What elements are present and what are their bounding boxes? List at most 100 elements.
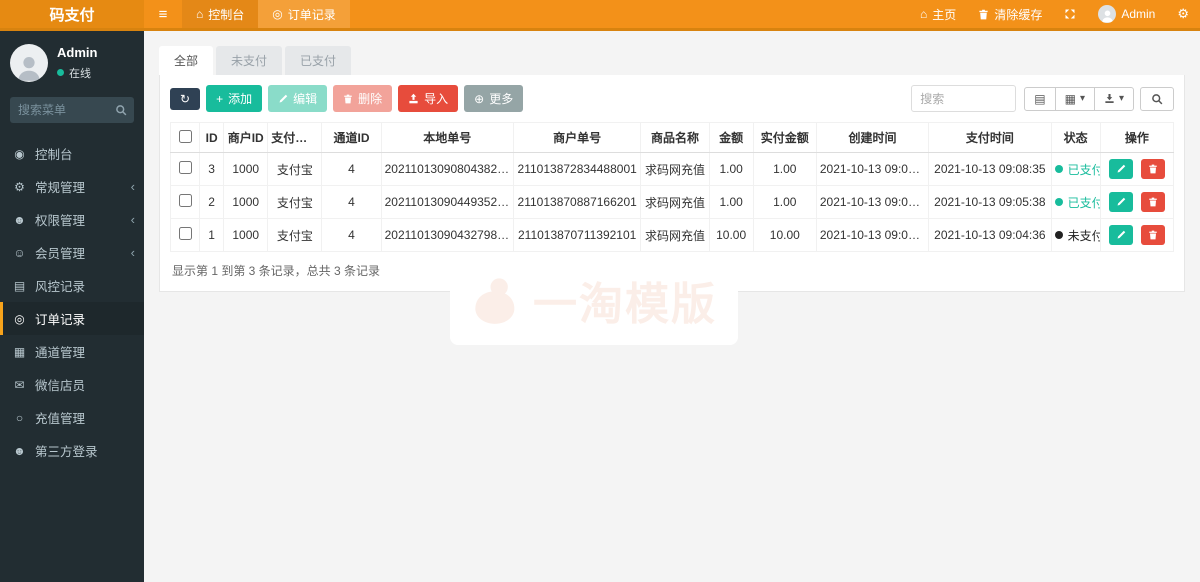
filter-tab[interactable]: 已支付 [285, 46, 352, 75]
orders-table: ID 商户ID 支付类型 通道ID 本地单号 商户单号 商品名称 金额 实付金额… [169, 122, 1175, 252]
filter-tab[interactable]: 全部 [159, 46, 214, 75]
plus-icon: + [216, 91, 224, 106]
pencil-icon [278, 94, 288, 104]
cell-amount: 10.00 [708, 218, 754, 252]
cell-created-at: 2021-10-13 09:04:32 [815, 218, 930, 252]
sidebar-item[interactable]: ⚙ 常规管理 ‹ [0, 170, 144, 203]
table-header-row: ID 商户ID 支付类型 通道ID 本地单号 商户单号 商品名称 金额 实付金额… [169, 122, 1175, 153]
chevron-left-icon: ‹ [130, 179, 135, 194]
column-header: 支付类型 [267, 122, 323, 153]
row-edit-button[interactable] [1109, 225, 1134, 245]
trash-icon [343, 94, 353, 104]
menu-search-input[interactable] [10, 97, 108, 123]
cell-product-name: 求码网充值 [640, 218, 710, 252]
sidebar-item[interactable]: ○ 充值管理 [0, 401, 144, 434]
cell-merchant-order-no: 211013870711392101 [512, 218, 642, 252]
cell-channel-id: 4 [321, 185, 382, 219]
navbar-right: ⌂ 主页 清除缓存 Admin ⚙ [909, 0, 1200, 28]
header-nav: ⌂ 控制台 ◎ 订单记录 [182, 0, 350, 28]
cell-amount: 1.00 [708, 185, 754, 219]
sidebar-item[interactable]: ◉ 控制台 [0, 137, 144, 170]
sidebar-item-label: 通道管理 [35, 346, 86, 360]
export-icon [1104, 93, 1115, 104]
table-row: 3 1000 支付宝 4 2021101309080438273 2110138… [169, 152, 1175, 186]
row-edit-button[interactable] [1109, 192, 1134, 212]
status-badge: 已支付 [1054, 161, 1099, 178]
cell-id: 2 [199, 185, 225, 219]
chevron-down-icon: ▾ [1118, 93, 1124, 104]
sidebar-item-label: 权限管理 [35, 214, 86, 228]
pencil-icon [1116, 197, 1126, 207]
export-button[interactable]: ▾ [1093, 86, 1134, 111]
row-checkbox[interactable] [178, 194, 192, 207]
sidebar-item-label: 会员管理 [35, 247, 86, 261]
more-button[interactable]: ⊕ 更多 [464, 85, 524, 112]
select-all-checkbox[interactable] [178, 129, 192, 143]
header-tab[interactable]: ◎ 订单记录 [258, 0, 350, 28]
cell-paid-at: 2021-10-13 09:05:38 [928, 185, 1052, 219]
cell-paid-amount: 1.00 [752, 185, 817, 219]
clear-cache-link[interactable]: 清除缓存 [967, 0, 1053, 28]
column-header: 操作 [1099, 122, 1175, 153]
cell-local-order-no: 2021101309043279832 [380, 218, 514, 252]
comments-icon: ✉ [14, 377, 25, 392]
fullscreen-button[interactable] [1053, 0, 1087, 28]
circle-icon: ○ [15, 410, 24, 425]
import-button[interactable]: 导入 [398, 85, 459, 112]
cell-merchant-id: 1000 [223, 152, 269, 186]
menu-search-button[interactable] [108, 97, 134, 123]
row-checkbox[interactable] [178, 161, 192, 174]
add-button[interactable]: + 添加 [206, 85, 263, 112]
status-dot-icon [1054, 165, 1063, 173]
user-menu[interactable]: Admin [1087, 0, 1166, 28]
sidebar-item[interactable]: ☻ 第三方登录 [0, 434, 144, 467]
sidebar-item[interactable]: ▦ 通道管理 [0, 335, 144, 368]
users-icon: ☻ [13, 212, 26, 227]
sidebar-item[interactable]: ☻ 权限管理 ‹ [0, 203, 144, 236]
hamburger-icon: ≡ [158, 5, 168, 23]
sidebar-item[interactable]: ☺ 会员管理 ‹ [0, 236, 144, 269]
sidebar-item[interactable]: ▤ 风控记录 [0, 269, 144, 302]
status-label: 已支付 [1067, 195, 1101, 210]
table-search-input[interactable] [911, 85, 1017, 112]
row-checkbox[interactable] [178, 227, 192, 240]
columns-button[interactable]: ▦ ▾ [1054, 86, 1095, 111]
column-header: 支付时间 [928, 122, 1052, 153]
search-button[interactable] [1140, 86, 1174, 111]
cell-paid-at: 2021-10-13 09:08:35 [928, 152, 1052, 186]
column-header: ID [199, 122, 225, 153]
filter-tab[interactable]: 未支付 [216, 46, 283, 75]
column-header: 商户单号 [512, 122, 642, 153]
settings-button[interactable]: ⚙ [1166, 0, 1200, 28]
delete-button[interactable]: 删除 [333, 85, 393, 112]
cell-local-order-no: 2021101309044935218 [380, 185, 514, 219]
gears-icon: ⚙ [14, 179, 25, 194]
home-link[interactable]: ⌂ 主页 [909, 0, 967, 28]
row-delete-button[interactable] [1140, 225, 1165, 245]
sidebar-item[interactable]: ✉ 微信店员 [0, 368, 144, 401]
card-view-button[interactable]: ▤ [1024, 86, 1056, 111]
sidebar-toggle-button[interactable]: ≡ [144, 0, 182, 28]
edit-button[interactable]: 编辑 [268, 85, 328, 112]
toolbar-right: ▤ ▦ ▾ ▾ [911, 85, 1174, 112]
panel-icon: ▤ [1034, 91, 1046, 106]
row-edit-button[interactable] [1109, 159, 1134, 179]
cell-id: 1 [199, 218, 225, 252]
refresh-button[interactable]: ↻ [170, 87, 201, 110]
app-brand[interactable]: 码支付 [0, 0, 144, 28]
sidebar-menu: ◉ 控制台 ⚙ 常规管理 ‹ ☻ 权限管理 ‹ ☺ 会员管理 ‹ ▤ 风控记录 … [0, 137, 144, 467]
sidebar-item-label: 充值管理 [35, 412, 86, 426]
cell-amount: 1.00 [708, 152, 754, 186]
status-label: 未支付 [1067, 228, 1101, 243]
sidebar-username: Admin [57, 45, 98, 61]
compass-icon: ◎ [14, 311, 25, 326]
cell-merchant-order-no: 211013870887166201 [512, 185, 642, 219]
online-status-icon [57, 69, 64, 77]
sidebar-item[interactable]: ◎ 订单记录 [0, 302, 144, 335]
row-delete-button[interactable] [1140, 159, 1165, 179]
column-header: 实付金额 [752, 122, 817, 153]
chevron-down-icon: ▾ [1079, 93, 1085, 104]
cell-channel-id: 4 [321, 152, 382, 186]
header-tab[interactable]: ⌂ 控制台 [182, 0, 259, 28]
row-delete-button[interactable] [1140, 192, 1165, 212]
